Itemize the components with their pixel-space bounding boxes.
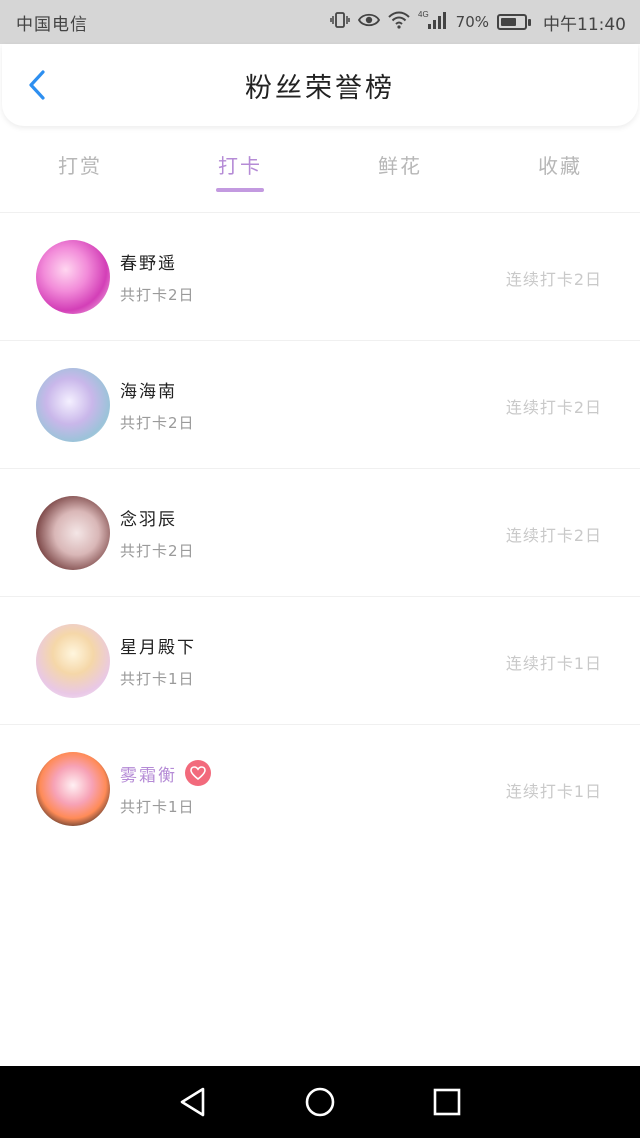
fan-honor-screen: 中国电信 4G 70% 中午11:40 粉丝荣誉榜 打赏 打卡 鲜花 收藏 春野… <box>0 0 640 1138</box>
vibrate-icon <box>329 11 350 33</box>
list-item[interactable]: 念羽辰 共打卡2日 连续打卡2日 <box>0 468 640 596</box>
fan-name[interactable]: 海海南 <box>120 377 177 402</box>
total-checkin: 共打卡2日 <box>120 285 195 304</box>
fan-info: 春野遥 共打卡2日 <box>120 249 506 305</box>
nav-recents-button[interactable] <box>427 1082 467 1122</box>
tab-label: 收藏 <box>538 154 582 178</box>
tab-checkin[interactable]: 打卡 <box>160 140 320 196</box>
tab-bar: 打赏 打卡 鲜花 收藏 <box>0 140 640 196</box>
streak-checkin: 连续打卡1日 <box>505 653 602 673</box>
system-nav-bar <box>0 1066 640 1138</box>
list-item[interactable]: 星月殿下 共打卡1日 连续打卡1日 <box>0 596 640 724</box>
chevron-left-icon <box>29 70 45 100</box>
name-row: 海海南 <box>120 377 506 402</box>
nav-back-button[interactable] <box>173 1082 213 1122</box>
total-checkin: 共打卡2日 <box>120 541 195 560</box>
back-button[interactable] <box>20 68 54 102</box>
tab-label: 打赏 <box>58 154 102 178</box>
tab-label: 打卡 <box>218 154 262 178</box>
tab-flowers[interactable]: 鲜花 <box>320 140 480 196</box>
triangle-back-icon <box>181 1087 205 1117</box>
eye-icon <box>357 12 380 32</box>
avatar[interactable] <box>36 495 110 570</box>
name-row: 星月殿下 <box>120 633 506 658</box>
list-item[interactable]: 雾霜衡 共打卡1日 连续打卡1日 <box>0 724 640 852</box>
total-checkin: 共打卡1日 <box>120 669 195 688</box>
battery-percent: 70% <box>455 13 489 31</box>
wifi-icon <box>387 11 410 33</box>
tab-label: 鲜花 <box>378 154 422 178</box>
fan-name[interactable]: 星月殿下 <box>120 633 196 658</box>
battery-icon <box>497 14 531 30</box>
avatar[interactable] <box>36 367 110 442</box>
fan-info: 雾霜衡 共打卡1日 <box>120 760 506 817</box>
name-row: 雾霜衡 <box>120 760 506 786</box>
clock: 中午11:40 <box>543 14 626 35</box>
name-row: 念羽辰 <box>120 505 506 530</box>
avatar[interactable] <box>36 623 110 698</box>
network-type: 4G <box>418 10 429 19</box>
tab-reward[interactable]: 打赏 <box>0 140 160 196</box>
total-checkin: 共打卡2日 <box>120 413 195 432</box>
circle-home-icon <box>305 1087 335 1117</box>
name-row: 春野遥 <box>120 249 506 274</box>
list-item[interactable]: 春野遥 共打卡2日 连续打卡2日 <box>0 212 640 340</box>
fan-name[interactable]: 雾霜衡 <box>120 761 177 786</box>
total-checkin: 共打卡1日 <box>120 798 195 816</box>
fan-info: 星月殿下 共打卡1日 <box>120 633 506 689</box>
streak-checkin: 连续打卡2日 <box>505 525 602 545</box>
square-recents-icon <box>433 1088 460 1116</box>
fan-info: 念羽辰 共打卡2日 <box>120 505 506 561</box>
fan-ranking-list: 春野遥 共打卡2日 连续打卡2日 海海南 共打卡2日 连续打卡2日 念羽辰 共打… <box>0 212 640 852</box>
signal-icon: 4G <box>418 10 448 34</box>
app-header: 粉丝荣誉榜 <box>2 44 638 126</box>
avatar[interactable] <box>36 751 110 826</box>
tab-favorites[interactable]: 收藏 <box>480 140 640 196</box>
streak-checkin: 连续打卡2日 <box>505 269 602 289</box>
nav-home-button[interactable] <box>300 1082 340 1122</box>
page-title: 粉丝荣誉榜 <box>245 72 395 104</box>
streak-checkin: 连续打卡2日 <box>505 397 602 417</box>
fan-name[interactable]: 念羽辰 <box>120 505 177 530</box>
carrier-name: 中国电信 <box>16 14 88 35</box>
fan-name[interactable]: 春野遥 <box>120 249 177 274</box>
streak-checkin: 连续打卡1日 <box>505 781 602 801</box>
fan-info: 海海南 共打卡2日 <box>120 377 506 433</box>
avatar[interactable] <box>36 239 110 314</box>
list-item[interactable]: 海海南 共打卡2日 连续打卡2日 <box>0 340 640 468</box>
status-bar: 中国电信 4G 70% 中午11:40 <box>0 0 640 44</box>
active-tab-indicator <box>216 188 264 192</box>
heart-badge-icon <box>185 760 211 786</box>
status-icons: 4G 70% 中午11:40 <box>329 10 626 35</box>
